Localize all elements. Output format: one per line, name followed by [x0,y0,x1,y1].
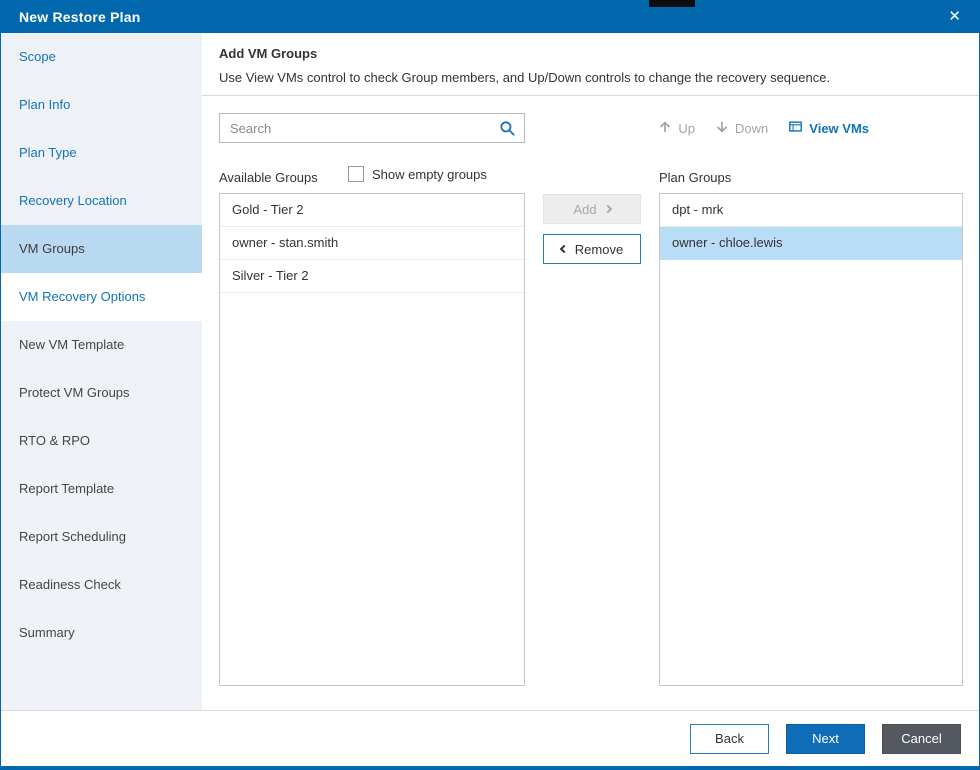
plan-groups-list: dpt - mrk owner - chloe.lewis [659,193,963,686]
close-icon[interactable]: ✕ [946,5,963,28]
external-window-fragment [649,0,695,7]
list-item[interactable]: Silver - Tier 2 [220,260,524,293]
up-button[interactable]: Up [658,120,695,137]
sidebar-item-plan-type[interactable]: Plan Type [1,129,202,177]
add-button[interactable]: Add [543,194,641,224]
available-groups-label: Available Groups [219,170,318,185]
down-button[interactable]: Down [715,120,768,137]
new-restore-plan-dialog: New Restore Plan ✕ Scope Plan Info Plan … [0,0,980,770]
sidebar-item-vm-groups[interactable]: VM Groups [1,225,202,273]
back-button[interactable]: Back [690,723,769,754]
page-content: Up Down View VMs Available Groups Show e… [202,96,979,710]
page-title: Add VM Groups [219,46,318,61]
page-subtitle: Use View VMs control to check Group memb… [219,70,831,85]
sidebar-item-vm-recovery-options[interactable]: VM Recovery Options [1,273,202,321]
list-item[interactable]: owner - stan.smith [220,227,524,260]
search-icon[interactable] [499,120,524,137]
sidebar-item-new-vm-template[interactable]: New VM Template [1,321,202,369]
view-vms-label: View VMs [809,120,869,136]
remove-button[interactable]: Remove [543,234,641,264]
sidebar-item-rto-rpo[interactable]: RTO & RPO [1,417,202,465]
sidebar-item-readiness-check[interactable]: Readiness Check [1,561,202,609]
show-empty-groups-toggle[interactable]: Show empty groups [348,166,487,182]
plan-groups-label: Plan Groups [659,170,732,185]
main-panel: Add VM Groups Use View VMs control to ch… [202,33,979,710]
next-button[interactable]: Next [786,723,865,754]
up-button-label: Up [678,120,696,136]
sidebar-item-recovery-location[interactable]: Recovery Location [1,177,202,225]
dialog-body: Scope Plan Info Plan Type Recovery Locat… [1,33,979,710]
wizard-steps-sidebar: Scope Plan Info Plan Type Recovery Locat… [1,33,202,710]
down-button-label: Down [735,120,769,136]
list-item[interactable]: Gold - Tier 2 [220,194,524,227]
view-vms-button[interactable]: View VMs [788,120,869,137]
window-title: New Restore Plan [19,8,141,25]
sidebar-item-report-template[interactable]: Report Template [1,465,202,513]
dialog-footer: Back Next Cancel [1,710,979,766]
chevron-left-icon [559,244,569,254]
page-header: Add VM Groups Use View VMs control to ch… [202,33,979,96]
sidebar-item-protect-vm-groups[interactable]: Protect VM Groups [1,369,202,417]
search-input[interactable] [220,120,499,136]
add-button-label: Add [573,201,597,217]
sidebar-item-scope[interactable]: Scope [1,33,202,81]
cancel-button[interactable]: Cancel [882,723,961,754]
sidebar-item-summary[interactable]: Summary [1,609,202,657]
available-groups-list: Gold - Tier 2 owner - stan.smith Silver … [219,193,525,686]
remove-button-label: Remove [574,241,624,257]
show-empty-groups-label: Show empty groups [372,166,487,182]
search-box [219,113,525,143]
show-empty-groups-checkbox[interactable] [348,166,364,182]
down-arrow-icon [715,120,729,137]
up-arrow-icon [658,120,672,137]
sidebar-item-report-scheduling[interactable]: Report Scheduling [1,513,202,561]
list-item[interactable]: dpt - mrk [660,194,962,227]
view-vms-icon [788,120,803,137]
titlebar: New Restore Plan ✕ [1,0,979,33]
sequence-toolbar: Up Down View VMs [658,113,869,143]
sidebar-item-plan-info[interactable]: Plan Info [1,81,202,129]
chevron-right-icon [603,204,612,214]
list-item-selected[interactable]: owner - chloe.lewis [660,227,962,260]
